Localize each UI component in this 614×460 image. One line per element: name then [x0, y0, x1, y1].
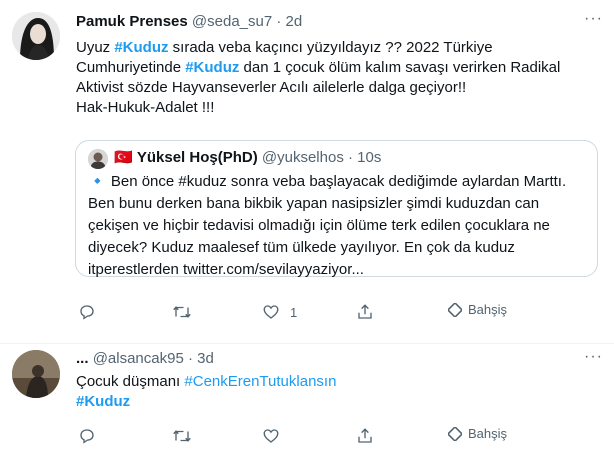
tweet-text-line: Aktivist sözde Hayvanseverler Acılı aile…	[76, 79, 467, 96]
quoted-avatar	[88, 149, 108, 169]
more-options-icon[interactable]: ···	[584, 10, 603, 28]
display-name[interactable]: Pamuk Prenses	[76, 13, 188, 30]
separator: ·	[187, 350, 193, 367]
timestamp[interactable]: 3d	[197, 350, 214, 367]
like-count: 1	[290, 304, 298, 320]
tweet-header: ... @alsancak95 · 3d	[76, 349, 214, 369]
reply-icon	[80, 429, 94, 444]
more-options-icon[interactable]: ···	[584, 348, 603, 366]
quoted-display-name: Yüksel Hoş(PhD)	[136, 149, 258, 166]
heart-icon	[263, 429, 279, 443]
tweet-text-line: Hak-Hukuk-Adalet !!!	[76, 99, 215, 116]
quoted-avatar-image	[88, 149, 108, 169]
hashtag-link[interactable]: #Kuduz	[185, 59, 239, 76]
tip-icon	[448, 302, 462, 317]
quoted-header: 🇹🇷 Yüksel Hoş(PhD) @yukselhos · 10s	[114, 148, 381, 168]
retweet-icon	[173, 306, 191, 318]
hashtag-link[interactable]: #Kuduz	[114, 39, 168, 56]
hashtag-link[interactable]: #CenkErenTutuklansın	[184, 373, 336, 390]
like-button[interactable]: 1	[262, 303, 297, 321]
avatar-image	[12, 350, 60, 398]
quoted-text-line: 🔹 Ben önce #kuduz sonra veba başlayacak …	[88, 173, 567, 190]
heart-icon	[263, 305, 279, 319]
tweet-text-line: Cumhuriyetinde #Kuduz dan 1 çocuk ölüm k…	[76, 58, 560, 78]
quoted-text-line: çekişen ve hiçbir tedavisi olmadığı için…	[88, 217, 550, 234]
tweet-text-line: Çocuk düşmanı #CenkErenTutuklansın	[76, 372, 336, 392]
share-icon	[358, 428, 372, 443]
username[interactable]: @seda_su7	[192, 13, 272, 30]
avatar[interactable]	[12, 12, 60, 60]
quoted-timestamp: 10s	[357, 149, 382, 166]
text-segment: Uyuz	[76, 39, 115, 56]
quoted-tweet[interactable]: 🇹🇷 Yüksel Hoş(PhD) @yukselhos · 10s 🔹 Be…	[75, 140, 598, 278]
tip-label: Bahşiş	[468, 426, 508, 441]
tip-button[interactable]: Bahşiş	[448, 302, 507, 317]
tip-label: Bahşiş	[468, 302, 508, 317]
retweet-button[interactable]	[172, 303, 192, 321]
tweet-text-line: #Kuduz	[76, 392, 130, 412]
quoted-username: @yukselhos	[261, 149, 344, 166]
reply-icon	[80, 305, 94, 320]
avatar[interactable]	[12, 350, 60, 398]
avatar-image	[12, 12, 60, 60]
share-button[interactable]	[356, 427, 374, 445]
text-segment: Cumhuriyetinde	[76, 59, 186, 76]
share-icon	[358, 304, 372, 319]
reply-button[interactable]	[78, 427, 96, 445]
text-segment: sırada veba kaçıncı yüzyıldayız ?? 2022 …	[168, 39, 493, 56]
reply-button[interactable]	[78, 303, 96, 321]
like-button[interactable]	[262, 427, 280, 445]
username[interactable]: @alsancak95	[93, 350, 184, 367]
retweet-button[interactable]	[172, 427, 192, 445]
display-name[interactable]: ...	[76, 350, 89, 367]
text-segment: dan 1 çocuk ölüm kalım savaşı verirken R…	[239, 59, 561, 76]
text-segment: Çocuk düşmanı	[76, 373, 185, 390]
timestamp[interactable]: 2d	[286, 13, 303, 30]
tip-button[interactable]: Bahşiş	[448, 426, 507, 441]
hashtag-link[interactable]: #Kuduz	[76, 393, 130, 410]
quoted-text-line: diyecek? Kuduz maalesef tüm ülkede yayıl…	[88, 239, 515, 256]
tweet-1[interactable]: Pamuk Prenses @seda_su7 · 2d ··· Uyuz #K…	[0, 0, 614, 344]
tweet-text-line: Uyuz #Kuduz sırada veba kaçıncı yüzyılda…	[76, 38, 493, 58]
flag-icon: 🇹🇷	[114, 149, 133, 166]
quoted-text-line: Ben bunu derken bana bikbik yapan nasips…	[88, 195, 540, 212]
separator: ·	[276, 13, 282, 30]
share-button[interactable]	[356, 303, 374, 321]
quoted-text-line: itperestlerden twitter.com/sevilayyaziyo…	[88, 261, 364, 278]
retweet-icon	[173, 430, 191, 442]
tip-icon	[448, 426, 462, 441]
tweet-header: Pamuk Prenses @seda_su7 · 2d	[76, 12, 302, 32]
separator: ·	[348, 149, 353, 166]
tweet-2[interactable]: ... @alsancak95 · 3d ··· Çocuk düşmanı #…	[0, 344, 614, 460]
